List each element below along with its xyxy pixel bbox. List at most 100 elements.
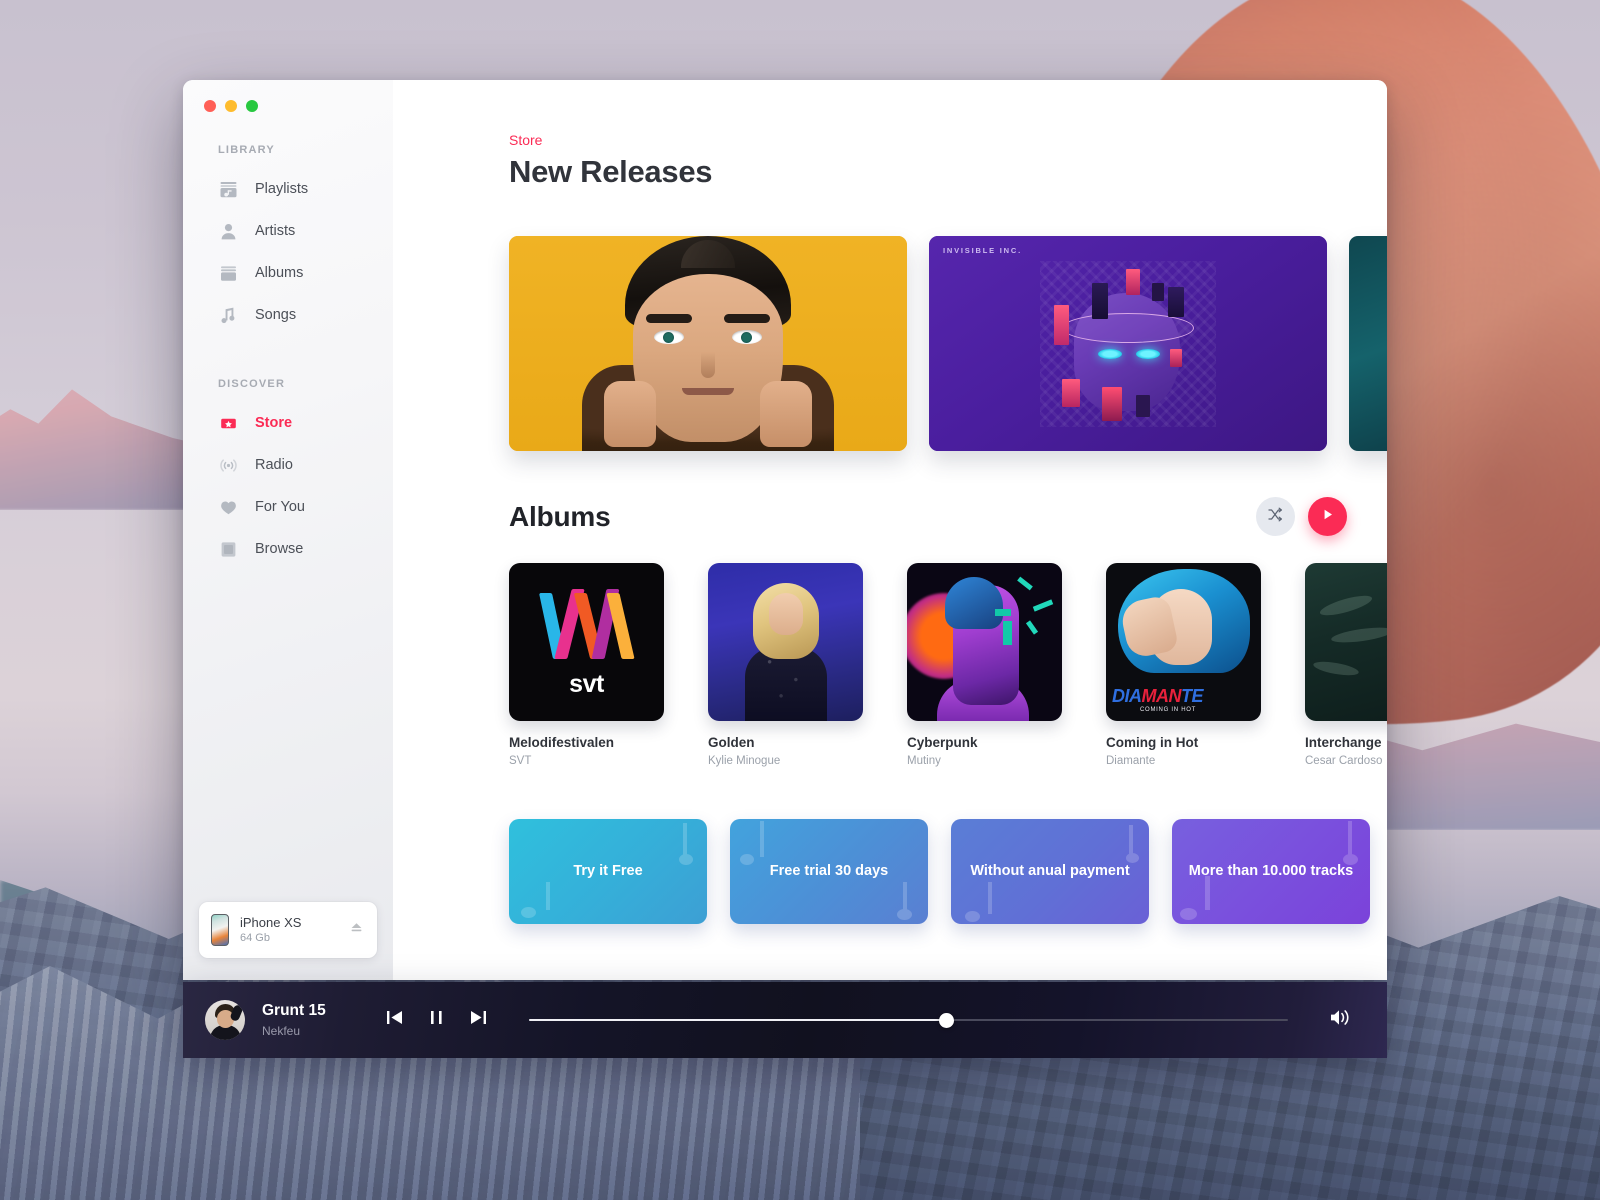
album-card[interactable]: Golden Kylie Minogue — [708, 563, 863, 767]
eye-right — [732, 330, 762, 344]
radio-waves-icon — [218, 455, 238, 475]
sidebar-item-label: Store — [255, 415, 293, 431]
glitch-block — [1126, 268, 1140, 295]
diamante-wordmark: DIAMANTE — [1112, 686, 1204, 706]
desktop-background: LIBRARY Playlists Artists Albums Songs D… — [0, 0, 1600, 1200]
release-card-portrait[interactable] — [509, 236, 907, 451]
album-card[interactable]: DIAMANTE COMING IN HOT Coming in Hot Dia… — [1106, 563, 1261, 767]
sidebar-item-label: Playlists — [255, 181, 309, 197]
volume-button[interactable] — [1328, 1007, 1353, 1033]
page-title: New Releases — [509, 154, 713, 189]
sidebar-item-artists[interactable]: Artists — [183, 210, 393, 252]
neon-hair — [945, 577, 1003, 629]
play-icon — [1320, 507, 1335, 527]
shuffle-button[interactable] — [1256, 497, 1295, 536]
music-note-icon — [1326, 821, 1358, 867]
sidebar-item-store[interactable]: Store — [183, 402, 393, 444]
sidebar-item-label: Albums — [255, 265, 304, 281]
eject-icon[interactable] — [349, 920, 365, 940]
promo-card-no-annual-payment[interactable]: Without anual payment — [951, 819, 1149, 924]
device-capacity: 64 Gb — [240, 931, 270, 944]
glitch-block — [1102, 386, 1122, 421]
album-artist: Mutiny — [907, 755, 941, 767]
promo-text: Free trial 30 days — [769, 862, 889, 879]
device-text: iPhone XS 64 Gb — [240, 915, 338, 946]
promo-row: Try it Free Free trial 30 days Without a… — [393, 767, 1387, 924]
album-artist: Diamante — [1106, 755, 1156, 767]
album-card[interactable]: Cyberpunk Mutiny — [907, 563, 1062, 767]
sidebar-item-for-you[interactable]: For You — [183, 486, 393, 528]
close-button[interactable] — [204, 100, 216, 112]
album-card[interactable]: Interchange Cesar Cardoso — [1305, 563, 1387, 767]
volume-icon — [1328, 1007, 1353, 1033]
albums-icon — [218, 263, 238, 283]
leaf-shape — [1312, 659, 1360, 678]
transport-controls — [384, 1007, 489, 1033]
connected-device-card[interactable]: iPhone XS 64 Gb — [199, 902, 377, 958]
neon-shard — [1017, 576, 1033, 591]
album-title: Interchange — [1305, 735, 1382, 750]
now-playing-text: Grunt 15 Nekfeu — [262, 1001, 326, 1039]
head-silhouette — [1074, 292, 1180, 411]
sidebar-item-playlists[interactable]: Playlists — [183, 168, 393, 210]
eyebrow-right — [724, 314, 770, 323]
kylie-photo-art — [708, 563, 863, 721]
minimize-button[interactable] — [225, 100, 237, 112]
promo-card-free-trial[interactable]: Free trial 30 days — [730, 819, 928, 924]
release-card-invisible-inc[interactable]: INVISIBLE INC. — [929, 236, 1327, 451]
album-title: Coming in Hot — [1106, 735, 1199, 750]
progress-knob[interactable] — [938, 1012, 954, 1028]
glow-eye-left — [1098, 348, 1122, 359]
album-artist: SVT — [509, 755, 532, 767]
diamante-photo-art: DIAMANTE COMING IN HOT — [1106, 563, 1261, 721]
sidebar-item-label: Artists — [255, 223, 296, 239]
music-note-icon — [1111, 825, 1139, 865]
diamante-subtitle: COMING IN HOT — [1140, 707, 1197, 713]
promo-text: More than 10.000 tracks — [1188, 862, 1354, 879]
music-note-icon — [740, 821, 770, 867]
glitch-block — [1136, 394, 1150, 417]
sidebar-item-label: Songs — [255, 307, 297, 323]
albums-section-actions — [1256, 497, 1347, 536]
sidebar-item-albums[interactable]: Albums — [183, 252, 393, 294]
next-button[interactable] — [468, 1007, 489, 1033]
track-title: Grunt 15 — [262, 1002, 326, 1020]
open-head-rim — [1062, 312, 1194, 343]
main-content: Store New Releases INVISIBLE INC. Albums… — [393, 80, 1387, 980]
new-releases-row: INVISIBLE INC. — [393, 190, 1387, 451]
sidebar-section-discover-title: DISCOVER — [218, 378, 286, 390]
fist-right — [760, 381, 812, 447]
music-note-icon — [218, 305, 238, 325]
eyebrow-left — [646, 314, 692, 323]
sidebar-item-songs[interactable]: Songs — [183, 294, 393, 336]
pause-button[interactable] — [427, 1007, 446, 1033]
album-title: Golden — [708, 735, 755, 750]
music-note-icon — [880, 880, 912, 920]
sidebar-item-label: Browse — [255, 541, 304, 557]
breadcrumb[interactable]: Store — [393, 80, 1387, 148]
avatar — [205, 1000, 245, 1040]
glitch-block — [1152, 282, 1164, 301]
sidebar-section-library-title: LIBRARY — [218, 144, 275, 156]
iphone-icon — [211, 914, 229, 946]
promo-card-try-free[interactable]: Try it Free — [509, 819, 707, 924]
sidebar-item-radio[interactable]: Radio — [183, 444, 393, 486]
fist-left — [604, 381, 656, 447]
album-card[interactable]: svt Melodifestivalen SVT — [509, 563, 664, 767]
progress-slider[interactable] — [528, 1010, 1288, 1030]
glitch-block — [1170, 348, 1182, 367]
previous-button[interactable] — [384, 1007, 405, 1033]
music-note-icon — [663, 823, 693, 867]
leaf-shape — [1318, 591, 1374, 620]
player-bar: Grunt 15 Nekfeu — [183, 982, 1387, 1058]
leaf-shape — [1330, 624, 1387, 646]
release-card-teal[interactable] — [1349, 236, 1387, 451]
zoom-button[interactable] — [246, 100, 258, 112]
sidebar-item-browse[interactable]: Browse — [183, 528, 393, 570]
play-button[interactable] — [1308, 497, 1347, 536]
promo-card-track-count[interactable]: More than 10.000 tracks — [1172, 819, 1370, 924]
albums-section-header: Albums — [393, 451, 1387, 536]
glitch-block — [1168, 286, 1184, 317]
neon-teal-block — [995, 609, 1011, 616]
star-badge-icon — [218, 413, 238, 433]
